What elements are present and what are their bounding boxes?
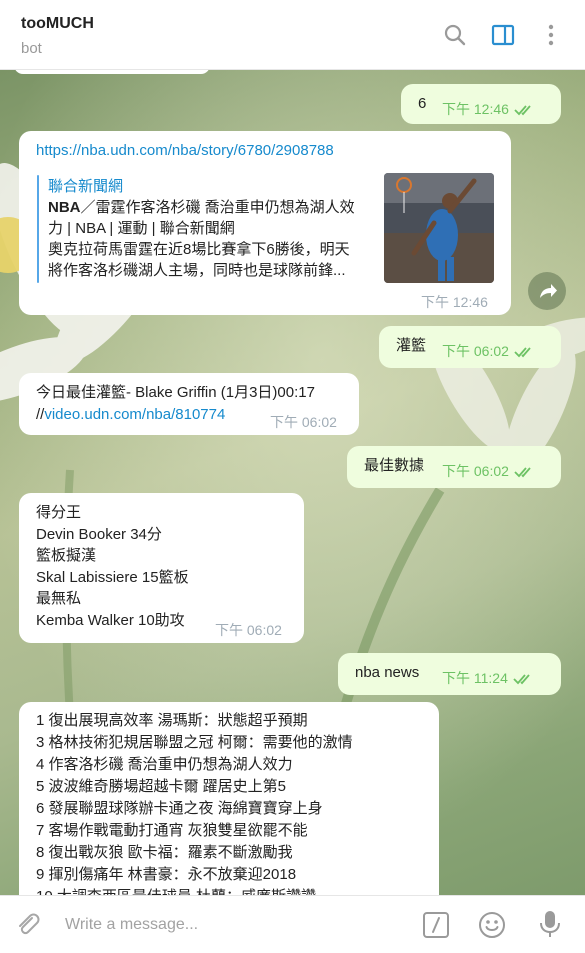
message-outgoing[interactable]: 灌籃 下午 06:02 (379, 326, 561, 368)
bot-command-icon[interactable] (422, 911, 450, 939)
message-line: 7 客場作戰電動打通宵 灰狼雙星欲罷不能 (36, 822, 308, 839)
message-line: 6 發展聯盟球隊辦卡通之夜 海綿寶寶穿上身 (36, 800, 323, 817)
message-text: nba news (355, 664, 420, 681)
message-line: 得分王 (36, 504, 82, 521)
message-time: 下午 12:46 (421, 294, 488, 310)
message-link[interactable]: https://nba.udn.com/nba/story/6780/29087… (36, 140, 334, 161)
message-composer: Write a message... (0, 895, 585, 953)
message-text: 灌籃 (396, 337, 427, 354)
message-text-line2: //video.udn.com/nba/810774 (36, 406, 226, 423)
message-line: 9 揮別傷痛年 林書豪：永不放棄迎2018 (36, 866, 297, 883)
message-incoming[interactable]: 今日最佳灌籃- Blake Griffin (1月3日)00:17 //vide… (19, 373, 359, 435)
double-check-icon (514, 347, 531, 358)
message-outgoing[interactable]: 6 下午 12:46 (401, 84, 561, 124)
link-preview-title: NBA／雷霆作客洛杉磯 喬治重申仍想為湖人效 (48, 199, 355, 216)
message-text: 最佳數據 (364, 457, 425, 474)
double-check-icon (513, 674, 530, 685)
microphone-icon[interactable] (537, 909, 563, 939)
link-preview[interactable]: 聯合新聞網 NBA／雷霆作客洛杉磯 喬治重申仍想為湖人效 力 | NBA | 運… (48, 176, 383, 281)
share-button[interactable] (528, 272, 566, 310)
chat-header: tooMUCH bot (0, 0, 585, 70)
link-preview-desc-2: 將作客洛杉磯湖人主場，同時也是球隊前鋒... (48, 262, 346, 279)
more-vertical-icon[interactable] (538, 22, 564, 48)
message-time: 下午 12:46 (442, 99, 536, 120)
message-text: 1 復出展現高效率 湯瑪斯：狀態超乎預期 3 格林技術犯規居聯盟之冠 柯爾：需要… (36, 710, 353, 895)
message-line: 4 作客洛杉磯 喬治重申仍想為湖人效力 (36, 756, 293, 773)
sidebar-panel-icon[interactable] (490, 22, 516, 48)
link-preview-thumbnail[interactable] (384, 173, 494, 283)
link-preview-site: 聯合新聞網 (48, 178, 124, 195)
message-text: 得分王 Devin Booker 34分 籃板擬漢 Skal Labissier… (36, 502, 189, 632)
emoji-icon[interactable] (478, 911, 506, 939)
message-line: Devin Booker 34分 (36, 525, 162, 543)
link-preview-desc: 奧克拉荷馬雷霆在近8場比賽拿下6勝後，明天 (48, 241, 350, 258)
message-line: 10 大調查西區最佳球員 杜蘭：威廉斯讚讚 (36, 886, 353, 895)
message-time: 下午 06:02 (442, 341, 536, 362)
message-bubble-partial (14, 70, 210, 74)
share-arrow-icon (540, 284, 557, 298)
message-line: 最無私 (36, 590, 82, 608)
message-line: 1 復出展現高效率 湯瑪斯：狀態超乎預期 (36, 712, 308, 729)
link-preview-title-line2: 力 | NBA | 運動 | 聯合新聞網 (48, 220, 235, 237)
message-text: 6 (418, 95, 427, 112)
message-link[interactable]: video.udn.com/nba/810774 (44, 406, 225, 423)
message-incoming[interactable]: 得分王 Devin Booker 34分 籃板擬漢 Skal Labissier… (19, 493, 304, 643)
message-input[interactable]: Write a message... (65, 916, 198, 934)
search-icon[interactable] (442, 22, 468, 48)
chat-subtitle: bot (21, 40, 42, 57)
message-list[interactable]: 6 下午 12:46 https://nba.udn.com/nba/story… (0, 70, 585, 895)
message-incoming-link[interactable]: https://nba.udn.com/nba/story/6780/29087… (19, 131, 511, 315)
message-line: 3 格林技術犯規居聯盟之冠 柯爾：需要他的激情 (36, 734, 353, 751)
message-outgoing[interactable]: nba news 下午 11:24 (338, 653, 561, 695)
message-incoming[interactable]: 1 復出展現高效率 湯瑪斯：狀態超乎預期 3 格林技術犯規居聯盟之冠 柯爾：需要… (19, 702, 439, 895)
message-line: Skal Labissiere 15籃板 (36, 568, 189, 586)
attach-icon[interactable] (14, 911, 42, 939)
message-time: 下午 06:02 (215, 622, 282, 638)
link-preview-bar (37, 175, 39, 283)
message-time: 下午 11:24 (442, 668, 535, 689)
double-check-icon (514, 467, 531, 478)
message-line: 籃板擬漢 (36, 547, 97, 565)
message-line: 8 復出戰灰狼 歐卡福：羅素不斷激勵我 (36, 844, 293, 861)
message-time: 下午 06:02 (270, 414, 337, 430)
double-check-icon (514, 105, 531, 116)
message-outgoing[interactable]: 最佳數據 下午 06:02 (347, 446, 561, 488)
chat-title[interactable]: tooMUCH (21, 15, 94, 33)
message-line: 5 波波維奇勝場超越卡爾 躍居史上第5 (36, 778, 287, 795)
message-text: 今日最佳灌籃- Blake Griffin (1月3日)00:17 (36, 384, 315, 401)
message-line: Kemba Walker 10助攻 (36, 611, 185, 629)
message-time: 下午 06:02 (442, 461, 536, 482)
